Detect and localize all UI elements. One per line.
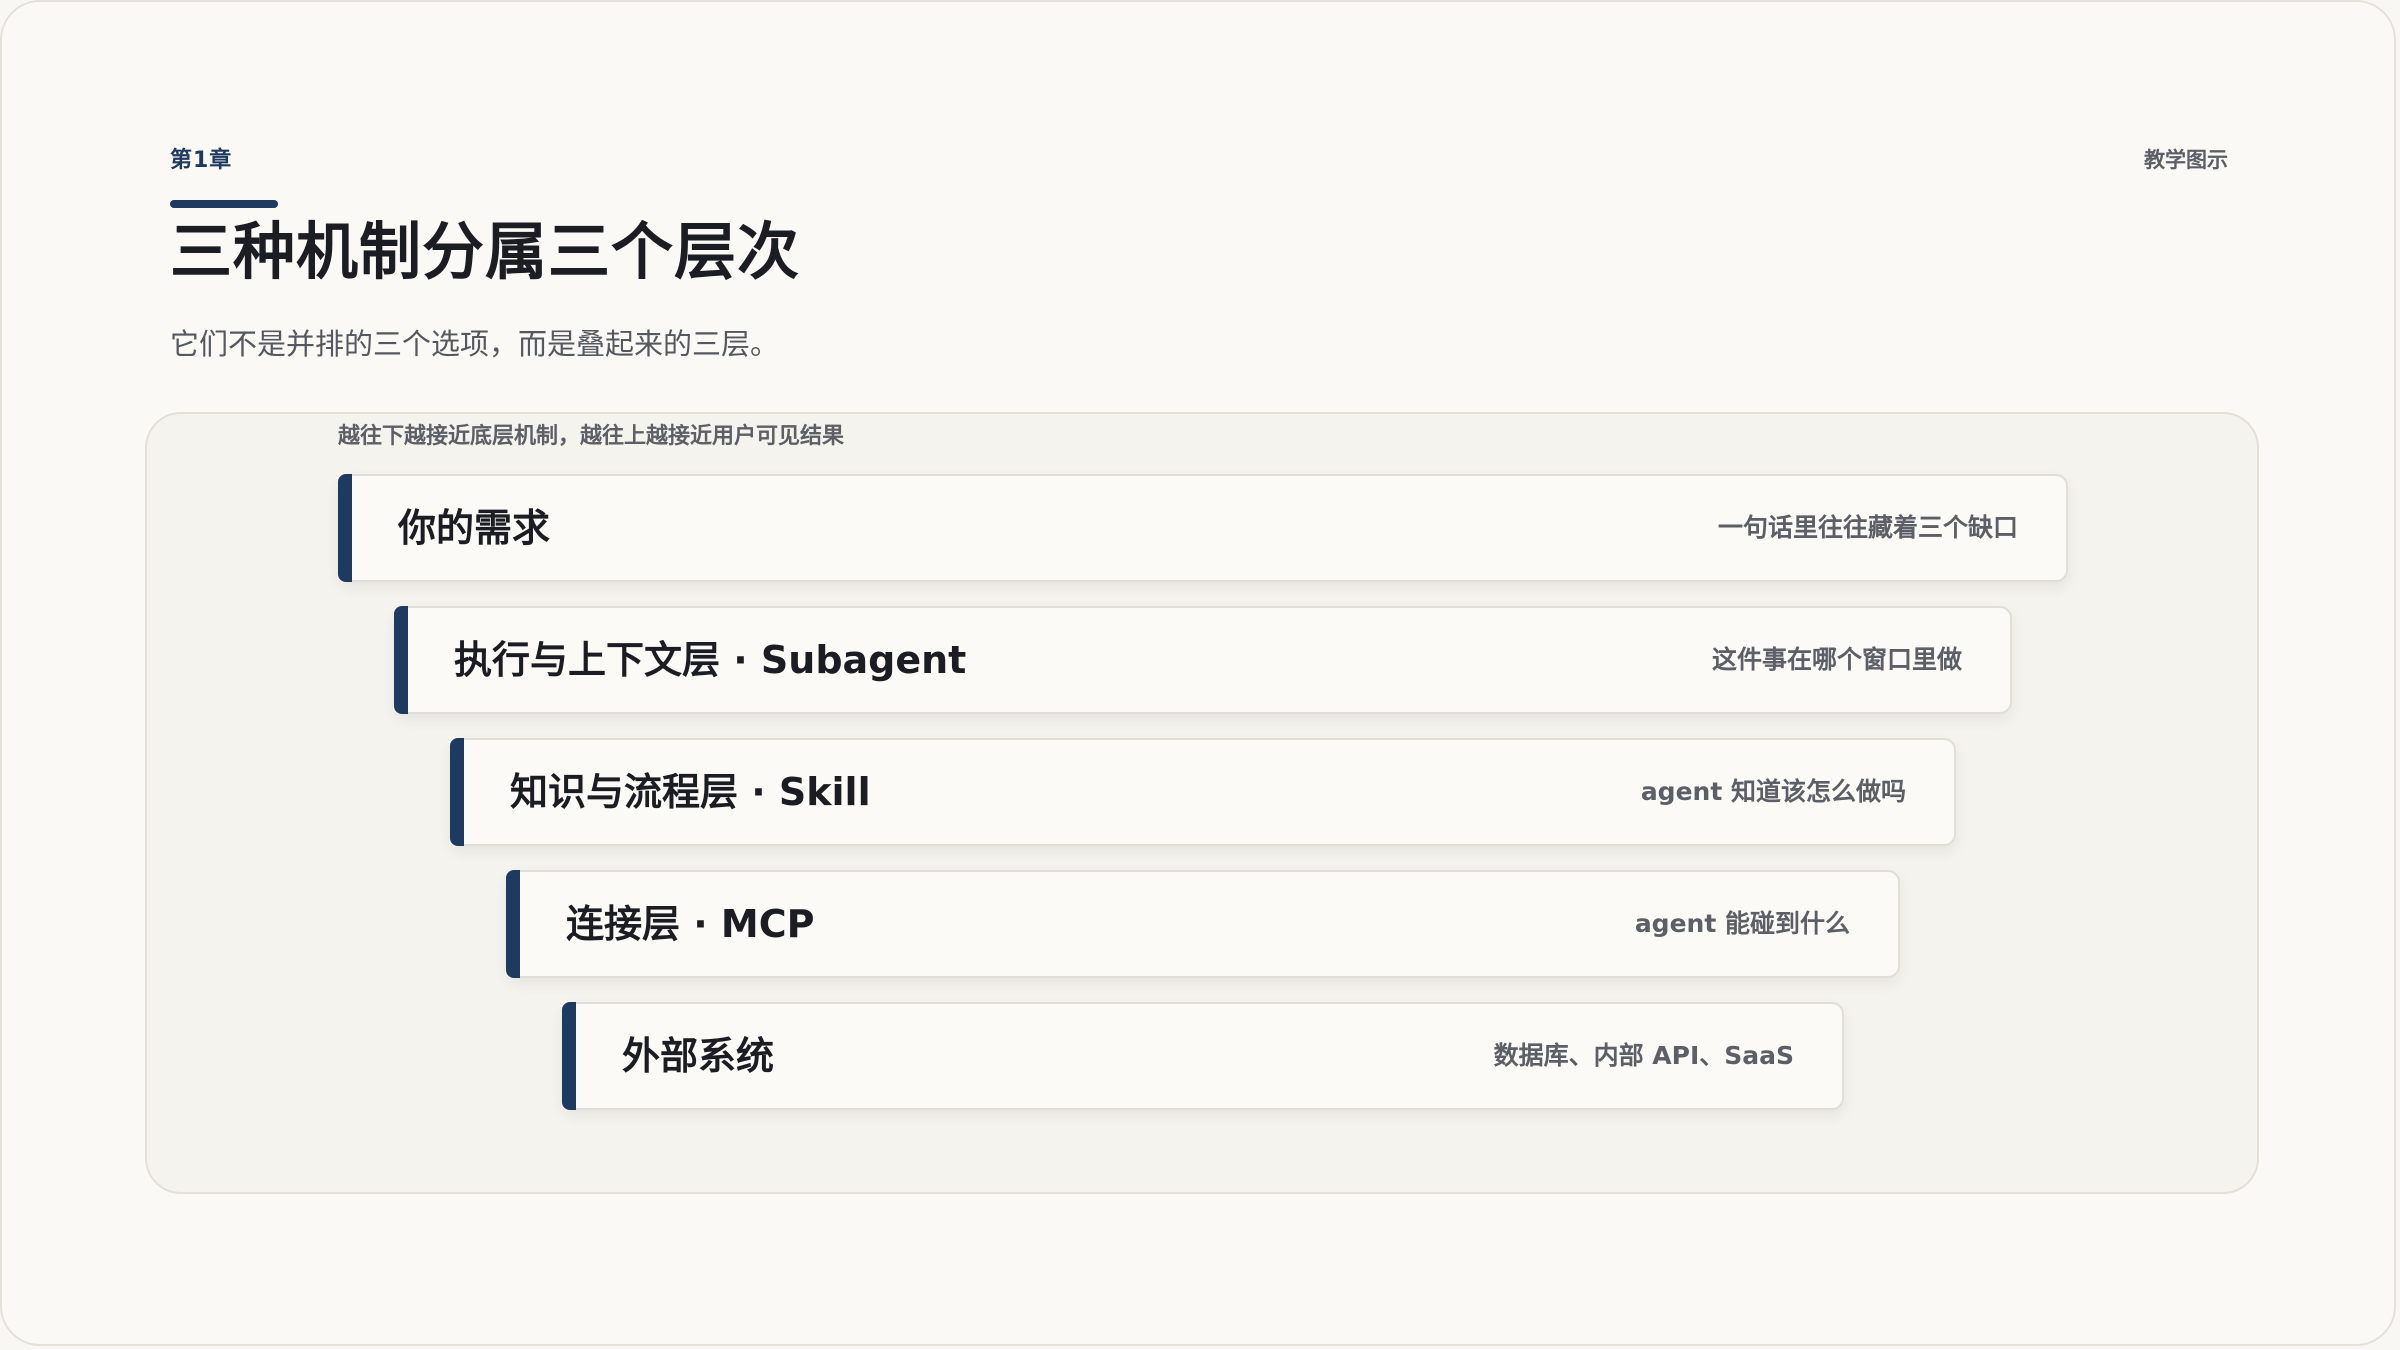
layer-subagent: 执行与上下文层 · Subagent 这件事在哪个窗口里做 [394,606,2012,714]
chapter-label: 第1章 [170,148,233,173]
layer-accent-bar [450,738,464,846]
layer-note: agent 能碰到什么 [1634,909,1850,938]
layer-note: agent 知道该怎么做吗 [1640,777,1906,806]
page-title: 三种机制分属三个层次 [170,215,801,288]
layer-name: 外部系统 [622,1034,775,1078]
diagram-caption: 越往下越接近底层机制，越往上越接近用户可见结果 [338,424,845,449]
layer-user-need: 你的需求 一句话里往往藏着三个缺口 [338,474,2068,582]
layer-skill: 知识与流程层 · Skill agent 知道该怎么做吗 [450,738,1956,846]
layer-note: 一句话里往往藏着三个缺口 [1717,513,2018,542]
layer-accent-bar [338,474,352,582]
layer-external-systems: 外部系统 数据库、内部 API、SaaS [562,1002,1844,1110]
layer-name: 连接层 · MCP [566,902,815,946]
slide-tag: 教学图示 [2144,148,2228,172]
layer-name: 执行与上下文层 · Subagent [454,638,967,682]
layer-mcp: 连接层 · MCP agent 能碰到什么 [506,870,1900,978]
title-accent-bar [170,200,278,208]
layer-accent-bar [562,1002,576,1110]
page-subtitle: 它们不是并排的三个选项，而是叠起来的三层。 [170,327,780,361]
layer-name: 知识与流程层 · Skill [510,770,871,814]
layer-accent-bar [394,606,408,714]
layer-accent-bar [506,870,520,978]
layer-note: 数据库、内部 API、SaaS [1493,1041,1794,1070]
slide-page: 第1章 教学图示 三种机制分属三个层次 它们不是并排的三个选项，而是叠起来的三层… [0,0,2396,1346]
layer-note: 这件事在哪个窗口里做 [1711,645,1962,674]
layer-name: 你的需求 [398,506,551,550]
